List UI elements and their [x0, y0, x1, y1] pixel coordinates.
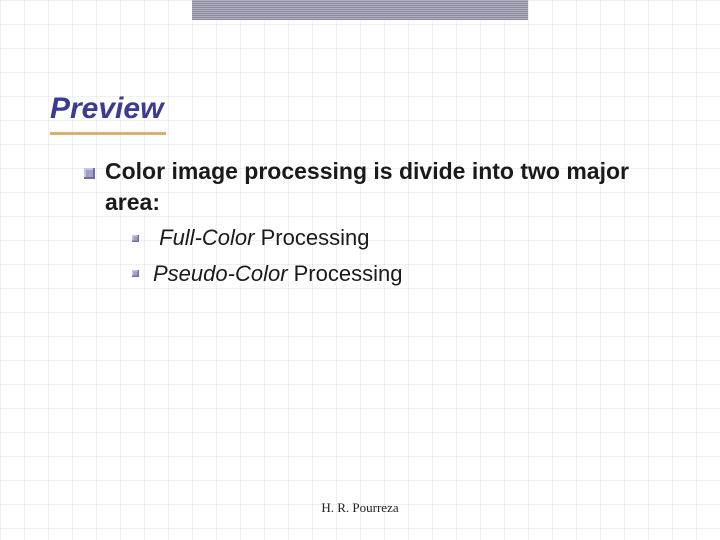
main-bullet-text: Color image processing is divide into tw…	[105, 156, 670, 218]
square-bullet-icon	[84, 168, 95, 179]
main-bullet-row: Color image processing is divide into tw…	[84, 156, 670, 218]
sub-bullet-text: Full-Color Processing	[153, 222, 369, 254]
content-area: Color image processing is divide into tw…	[84, 156, 670, 294]
square-bullet-icon	[132, 270, 139, 277]
title-underline-accent	[50, 132, 166, 135]
sub-bullet-list: Full-Color Processing Pseudo-Color Proce…	[132, 222, 670, 290]
footer-author: H. R. Pourreza	[0, 500, 720, 516]
sub-bullet-text: Pseudo-Color Processing	[153, 258, 402, 290]
top-decorative-bar	[192, 0, 528, 20]
slide-title: Preview	[50, 92, 163, 126]
square-bullet-icon	[132, 235, 139, 242]
list-item: Pseudo-Color Processing	[132, 258, 670, 290]
list-item: Full-Color Processing	[132, 222, 670, 254]
